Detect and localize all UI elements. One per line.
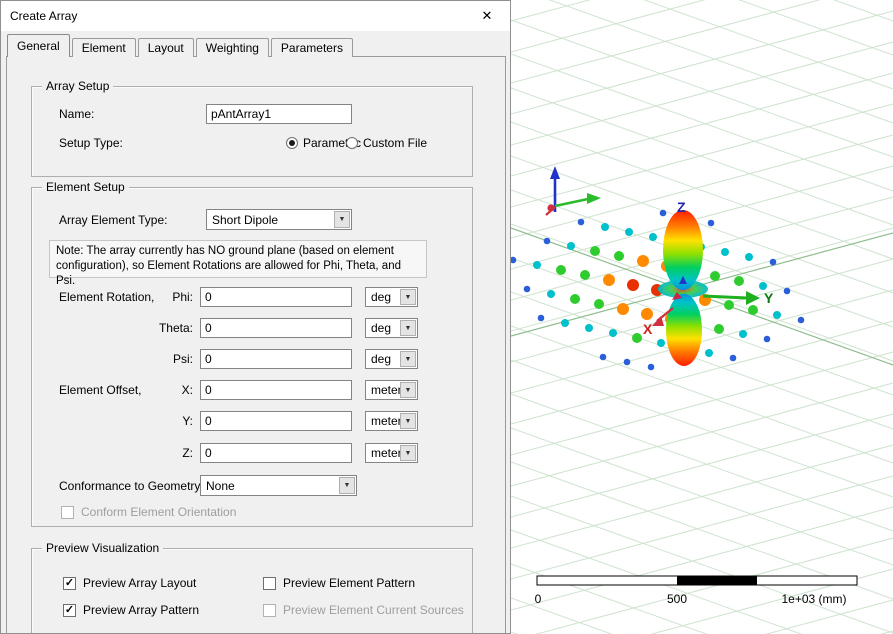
dropdown-arrow-icon[interactable]: ▼ [400, 289, 416, 305]
array-element-dots [511, 210, 804, 371]
custom-file-radio[interactable] [346, 137, 358, 149]
theta-input[interactable] [200, 318, 352, 338]
triad-x-arrow-icon [547, 204, 554, 211]
conformance-dropdown[interactable]: None ▼ [200, 475, 357, 496]
check-icon: ✓ [65, 577, 74, 589]
offset-x-unit-value: meter [371, 383, 402, 397]
ground-plane-note: Note: The array currently has NO ground … [49, 240, 427, 278]
array-setup-group: Array Setup [31, 86, 473, 177]
dropdown-arrow-icon[interactable]: ▼ [400, 413, 416, 429]
array-element-type-dropdown[interactable]: Short Dipole ▼ [206, 209, 352, 230]
offset-x-unit-dropdown[interactable]: meter ▼ [365, 380, 418, 400]
offset-x-input[interactable] [200, 380, 352, 400]
conform-element-orientation-checkbox [61, 506, 74, 519]
tab-parameters[interactable]: Parameters [271, 38, 353, 57]
preview-element-pattern-label: Preview Element Pattern [283, 576, 415, 590]
offset-z-unit-value: meter [371, 446, 402, 460]
offset-z-label: Z: [121, 446, 193, 460]
dropdown-arrow-icon[interactable]: ▼ [400, 445, 416, 461]
element-setup-legend: Element Setup [42, 180, 129, 194]
preview-element-current-sources-label: Preview Element Current Sources [283, 603, 464, 617]
offset-z-input[interactable] [200, 443, 352, 463]
conformance-value: None [206, 479, 235, 493]
scale-label-end: 1e+03 (mm) [781, 592, 846, 606]
phi-input[interactable] [200, 287, 352, 307]
dropdown-arrow-icon[interactable]: ▼ [400, 351, 416, 367]
check-icon: ✓ [65, 604, 74, 616]
dialog-title: Create Array [10, 9, 77, 23]
setup-type-label: Setup Type: [59, 136, 123, 150]
psi-label: Psi: [121, 352, 193, 366]
preview-array-layout-label: Preview Array Layout [83, 576, 196, 590]
3d-viewport[interactable]: Z Y X 0 500 1e+03 (mm) [511, 0, 893, 634]
conformance-label: Conformance to Geometry: [59, 479, 204, 493]
offset-x-label: X: [121, 383, 193, 397]
dropdown-arrow-icon[interactable]: ▼ [400, 382, 416, 398]
offset-y-label: Y: [121, 414, 193, 428]
dropdown-arrow-icon[interactable]: ▼ [400, 320, 416, 336]
y-axis-label: Y [764, 290, 774, 306]
x-axis-label: X [643, 321, 653, 337]
preview-visualization-legend: Preview Visualization [42, 541, 163, 555]
scale-label-mid: 500 [667, 592, 687, 606]
preview-element-current-sources-checkbox [263, 604, 276, 617]
offset-y-input[interactable] [200, 411, 352, 431]
radiation-pattern [658, 210, 708, 366]
dialog-titlebar[interactable]: Create Array ✕ [1, 1, 510, 31]
create-array-dialog: Create Array ✕ General Element Layout We… [0, 0, 511, 634]
tab-weighting[interactable]: Weighting [196, 38, 269, 57]
tab-layout[interactable]: Layout [138, 38, 194, 57]
preview-visualization-group: Preview Visualization [31, 548, 473, 634]
theta-unit-value: deg [371, 321, 391, 335]
preview-array-pattern-checkbox[interactable]: ✓ [63, 604, 76, 617]
preview-element-pattern-checkbox[interactable] [263, 577, 276, 590]
offset-y-unit-value: meter [371, 414, 402, 428]
preview-array-pattern-label: Preview Array Pattern [83, 603, 199, 617]
z-axis-label: Z [677, 199, 686, 215]
close-icon[interactable]: ✕ [464, 1, 510, 31]
tab-strip: General Element Layout Weighting Paramet… [7, 35, 355, 57]
parametric-radio[interactable] [286, 137, 298, 149]
psi-unit-dropdown[interactable]: deg ▼ [365, 349, 418, 369]
dropdown-arrow-icon[interactable]: ▼ [339, 477, 355, 494]
tab-element[interactable]: Element [72, 38, 136, 57]
theta-label: Theta: [121, 321, 193, 335]
triad-z-arrow-icon [550, 166, 560, 179]
phi-label: Phi: [121, 290, 193, 304]
triad-y-arrow-icon [587, 193, 601, 204]
scale-label-start: 0 [535, 592, 542, 606]
theta-unit-dropdown[interactable]: deg ▼ [365, 318, 418, 338]
array-name-input[interactable] [206, 104, 352, 124]
array-element-type-value: Short Dipole [212, 213, 278, 227]
preview-array-layout-checkbox[interactable]: ✓ [63, 577, 76, 590]
phi-unit-value: deg [371, 290, 391, 304]
phi-unit-dropdown[interactable]: deg ▼ [365, 287, 418, 307]
offset-y-unit-dropdown[interactable]: meter ▼ [365, 411, 418, 431]
name-label: Name: [59, 107, 94, 121]
psi-unit-value: deg [371, 352, 391, 366]
custom-file-radio-label: Custom File [363, 136, 427, 150]
psi-input[interactable] [200, 349, 352, 369]
ground-grid [511, 0, 893, 634]
tab-general[interactable]: General [7, 34, 70, 57]
dropdown-arrow-icon[interactable]: ▼ [334, 211, 350, 228]
array-element-type-label: Array Element Type: [59, 213, 168, 227]
conform-element-orientation-label: Conform Element Orientation [81, 505, 236, 519]
screen: Z Y X 0 500 1e+03 (mm) [0, 0, 893, 634]
viewport-canvas: Z Y X 0 500 1e+03 (mm) [511, 0, 893, 634]
offset-z-unit-dropdown[interactable]: meter ▼ [365, 443, 418, 463]
array-setup-legend: Array Setup [42, 79, 113, 93]
